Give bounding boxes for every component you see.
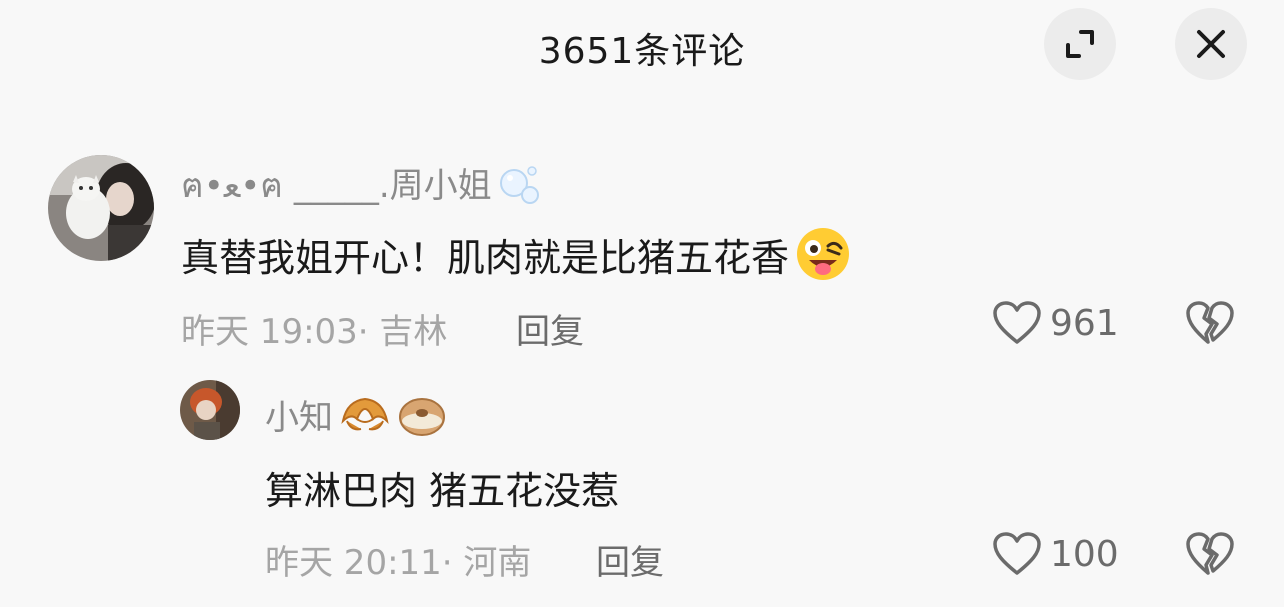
comment-text: 算淋巴肉 猪五花没惹 [265,469,620,513]
heart-icon [993,532,1041,575]
croissant-icon [341,397,389,430]
comment-text: 真替我姐开心！肌肉就是比猪五花香 [181,226,851,282]
close-icon [1197,30,1225,58]
reply-button[interactable]: 回复 [516,304,584,353]
like-button[interactable]: 961 [992,300,1119,346]
comment-username[interactable]: 小知 [265,390,447,439]
bubbles-icon [499,166,539,204]
winking-tongue-emoji [797,228,850,280]
expand-icon [1066,30,1094,58]
like-count: 100 [1050,533,1119,575]
expand-button[interactable] [1044,8,1116,80]
close-button[interactable] [1175,8,1247,80]
broken-heart-icon [1186,532,1234,575]
broken-heart-icon [1186,301,1234,344]
reply-button[interactable]: 回复 [596,535,664,584]
comment-username[interactable]: ฅ•ﻌ•ฅ _____.周小姐 [181,158,544,212]
like-count: 961 [1050,302,1119,344]
avatar[interactable] [180,380,240,440]
like-button[interactable]: 100 [992,531,1119,577]
bagel-icon [399,397,445,436]
heart-icon [993,301,1041,344]
comment-meta: 昨天 20:11· 河南 [265,543,532,583]
avatar[interactable] [48,155,154,261]
dislike-button[interactable] [1185,300,1235,350]
dislike-button[interactable] [1185,531,1235,581]
comment-meta: 昨天 19:03· 吉林 [181,312,448,352]
comments-header: 3651条评论 [0,0,1284,90]
